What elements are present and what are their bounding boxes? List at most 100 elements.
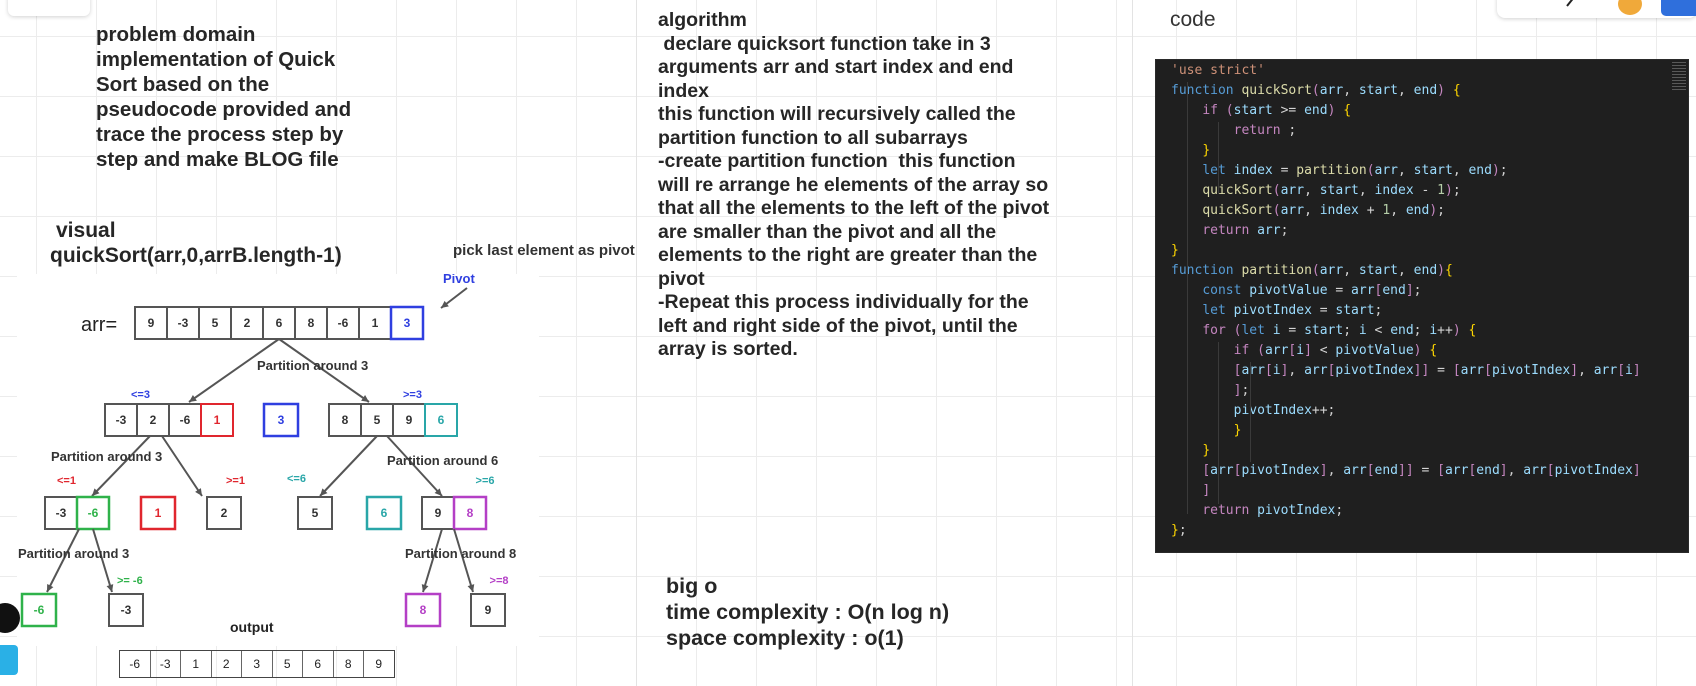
collaboration-toolbar[interactable] — [1497, 0, 1696, 18]
code-token: start — [1413, 163, 1453, 178]
code-token: i — [1272, 323, 1281, 338]
array-cell-value: 8 — [342, 413, 349, 427]
array-cell-value: 2 — [150, 413, 157, 427]
board-menu-widget[interactable] — [8, 0, 90, 16]
big-o-heading: big o — [666, 574, 718, 598]
code-token: [ — [1546, 463, 1555, 478]
code-token: ) — [1413, 343, 1422, 358]
pen-icon[interactable] — [1565, 0, 1577, 8]
code-token: if — [1233, 343, 1250, 358]
code-token: pivotIndex — [1491, 363, 1571, 378]
code-line: }; — [1171, 521, 1187, 541]
code-token: ; — [1288, 123, 1297, 138]
code-token: arr — [1280, 183, 1305, 198]
code-line: quickSort(arr, index + 1, end); — [1171, 201, 1445, 221]
ge-label: >=1 — [226, 475, 245, 487]
code-token: pivotValue — [1335, 343, 1414, 358]
array-cell-value: -3 — [116, 413, 127, 427]
code-token: start — [1335, 303, 1375, 318]
code-minimap — [1672, 62, 1686, 92]
array-cell-value: -6 — [180, 413, 191, 427]
code-token: return — [1202, 223, 1250, 238]
code-token: for — [1202, 323, 1226, 338]
array-cell-value: 3 — [278, 413, 285, 427]
ge-label: >= -6 — [117, 575, 143, 587]
code-token: pivotIndex — [1257, 503, 1336, 518]
code-token: arr — [1523, 463, 1547, 478]
code-token: partition — [1296, 163, 1367, 178]
code-token: arr — [1304, 363, 1328, 378]
output-cell: -6 — [120, 651, 151, 677]
code-token: ] — [1499, 463, 1508, 478]
code-token: [ — [1452, 363, 1461, 378]
code-line: quickSort(arr, start, index - 1); — [1171, 181, 1460, 201]
array-cell-value: 5 — [312, 506, 319, 520]
code-token: index — [1374, 183, 1414, 198]
code-token: < — [1319, 343, 1328, 358]
algorithm-line: partition function to all subarrays — [658, 126, 968, 149]
array-cell-value: 1 — [155, 506, 162, 520]
code-token: [ — [1484, 363, 1492, 378]
code-token: quickSort — [1202, 203, 1273, 218]
share-button[interactable] — [1661, 0, 1696, 16]
algorithm-line: elements to the right are greater than t… — [658, 244, 1038, 266]
code-token: , — [1343, 263, 1352, 278]
space-complexity: space complexity : o(1) — [666, 626, 904, 650]
arr-label: arr= — [81, 314, 117, 336]
code-token: = — [1437, 363, 1445, 378]
app-icon[interactable] — [0, 645, 18, 675]
array-cell-value: 9 — [406, 413, 413, 427]
code-token: , — [1304, 203, 1312, 218]
code-token: ( — [1257, 343, 1265, 358]
code-token: index — [1319, 203, 1359, 218]
code-token: } — [1171, 243, 1179, 258]
indent-guide — [1218, 342, 1219, 504]
pick-pivot-label: pick last element as pivot — [453, 242, 635, 259]
partition-label: Partition around 3 — [18, 546, 129, 561]
algorithm-line: declare quicksort function take in 3 — [658, 32, 991, 55]
code-token: { — [1429, 343, 1438, 358]
partition-label: Partition around 8 — [405, 546, 516, 561]
code-token: , — [1398, 163, 1406, 178]
array-cell-value: -6 — [88, 506, 99, 520]
algorithm-note: algorithm declare quicksort function tak… — [658, 9, 1098, 362]
code-token: ] — [1413, 363, 1422, 378]
code-token: ; — [1335, 503, 1344, 518]
code-token: function — [1171, 83, 1234, 98]
code-token: { — [1468, 323, 1477, 338]
code-token: end — [1413, 263, 1438, 278]
array-cell-value: -6 — [34, 603, 45, 617]
avatar[interactable] — [1618, 0, 1642, 15]
code-token: arr — [1319, 263, 1344, 278]
code-token: quickSort — [1241, 83, 1312, 98]
code-line: ] — [1171, 481, 1210, 501]
code-token: arr — [1210, 463, 1234, 478]
indent-guide — [1218, 122, 1219, 194]
code-line: return pivotIndex; — [1171, 501, 1343, 521]
code-line: if (arr[i] < pivotValue) { — [1171, 341, 1438, 361]
code-token: ( — [1366, 163, 1375, 178]
code-line: let index = partition(arr, start, end); — [1171, 161, 1507, 181]
code-token: end — [1304, 103, 1328, 118]
code-token: ( — [1311, 83, 1320, 98]
array-cell-value: -6 — [338, 316, 349, 330]
code-line: const pivotValue = arr[end]; — [1171, 281, 1421, 301]
code-token: if — [1202, 103, 1218, 118]
code-token: , — [1398, 263, 1406, 278]
code-line: function partition(arr, start, end){ — [1171, 261, 1453, 281]
code-token: pivotIndex — [1233, 303, 1312, 318]
problem-domain-line: problem domain — [96, 23, 256, 46]
code-token: let — [1202, 163, 1226, 178]
